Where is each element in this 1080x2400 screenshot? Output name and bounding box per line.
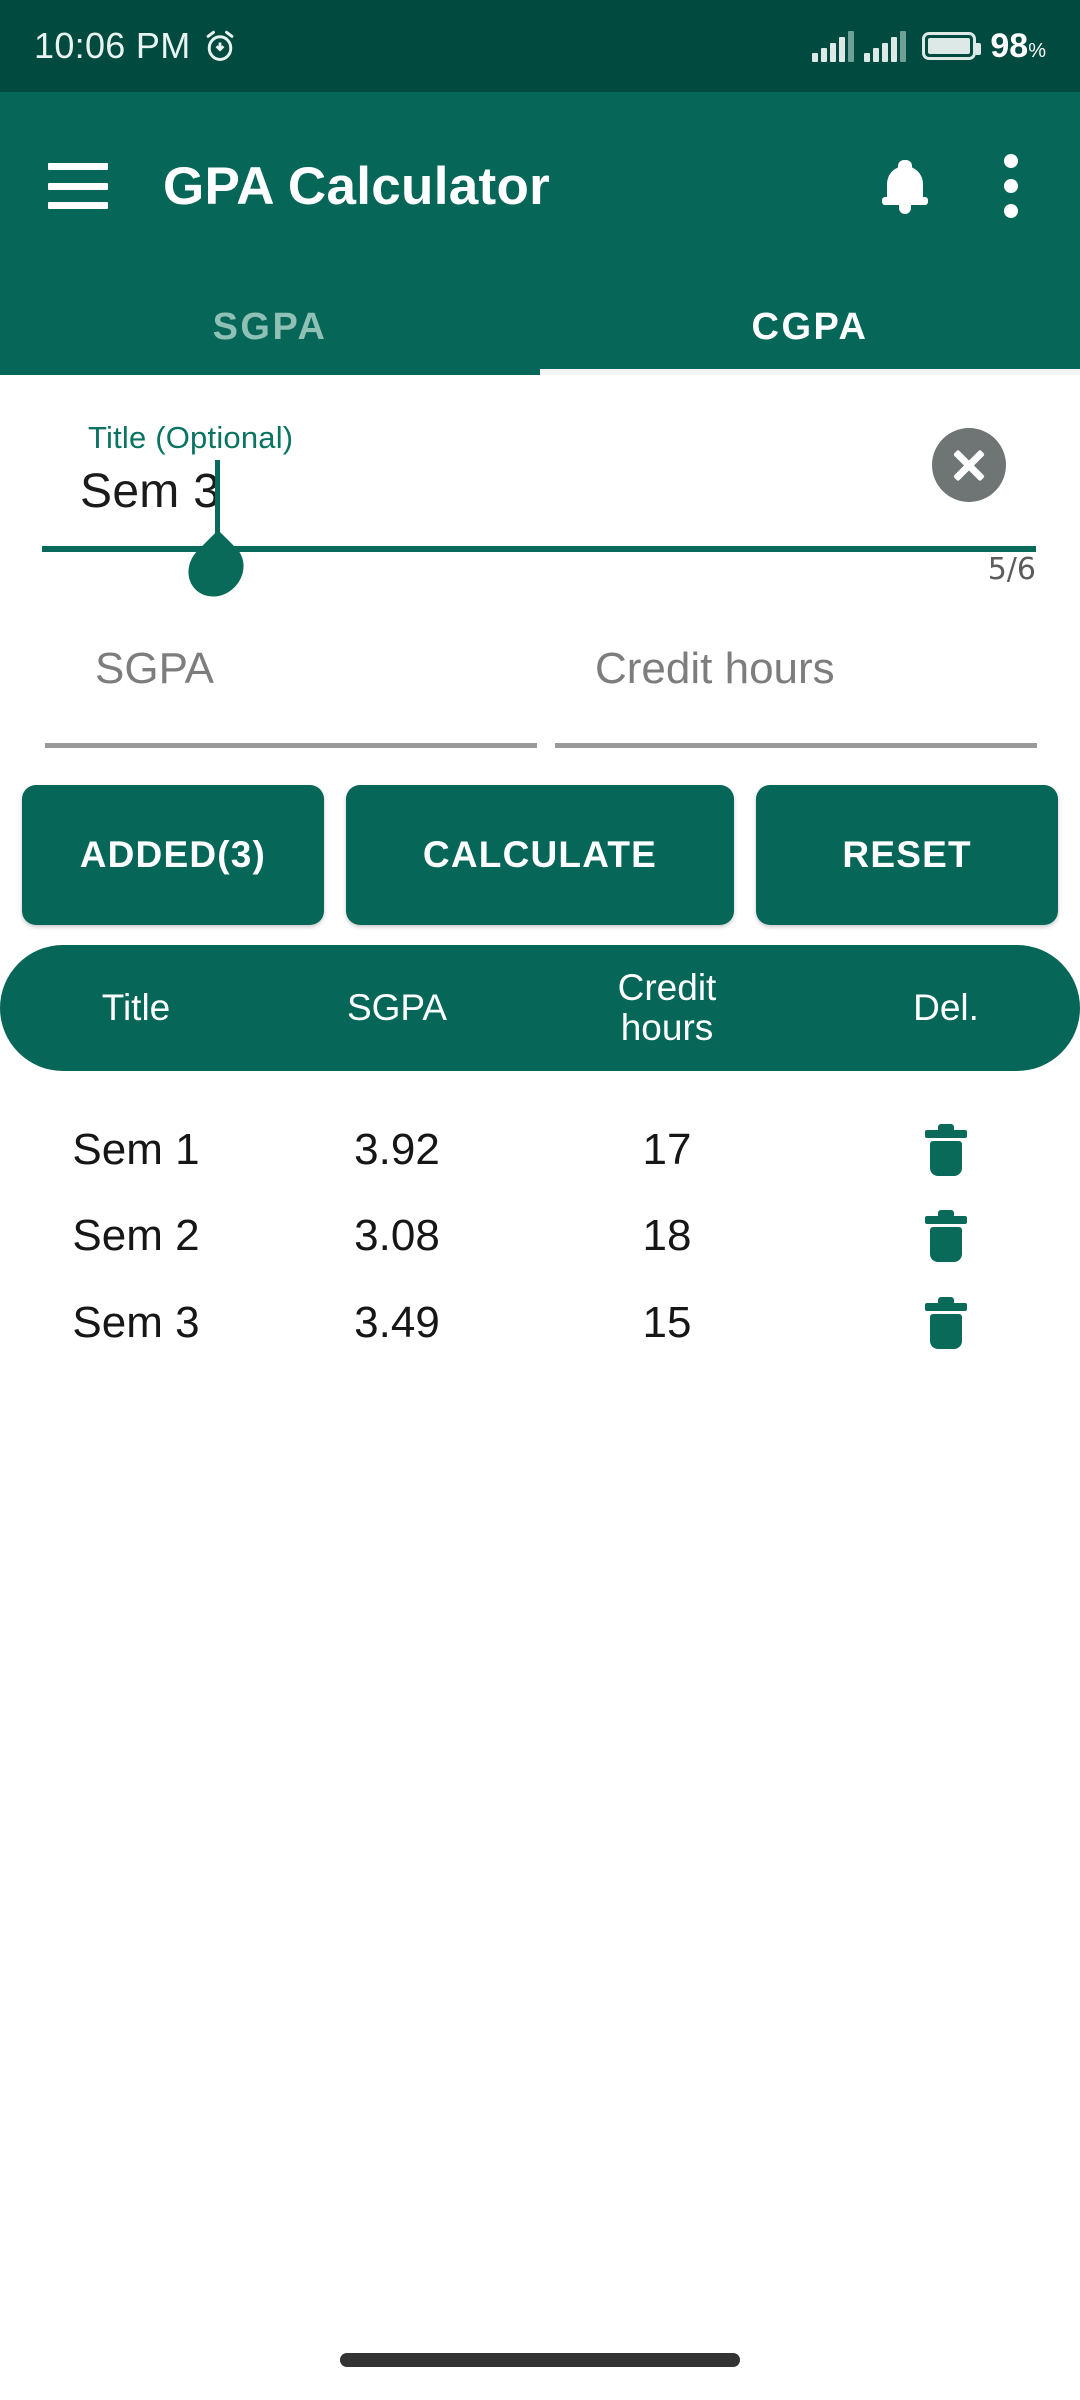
percent-symbol: % xyxy=(1028,39,1046,62)
page-title: GPA Calculator xyxy=(163,156,551,216)
table-row[interactable]: Sem 2 3.08 18 xyxy=(0,1192,1080,1279)
row-title: Sem 3 xyxy=(72,1297,200,1347)
row-sgpa: 3.08 xyxy=(354,1210,440,1260)
status-bar-left: 10:06 PM xyxy=(34,25,237,67)
sgpa-input-placeholder: SGPA xyxy=(95,644,215,693)
title-input-value[interactable]: Sem 3 xyxy=(80,464,220,519)
row-sgpa: 3.49 xyxy=(354,1297,440,1347)
tab-cgpa[interactable]: CGPA xyxy=(540,280,1080,375)
row-credit-hours: 18 xyxy=(642,1210,692,1260)
row-title: Sem 2 xyxy=(72,1210,200,1260)
trash-icon[interactable] xyxy=(925,1296,967,1349)
signal-bars-icon-sim1 xyxy=(812,30,855,62)
notification-bell-icon[interactable] xyxy=(882,160,928,214)
tab-bar: SGPA CGPA xyxy=(0,280,1080,375)
reset-button[interactable]: RESET xyxy=(756,785,1058,925)
table-header-credit-hours: Credit hours xyxy=(522,968,812,1048)
row-delete-cell[interactable] xyxy=(812,1123,1080,1176)
row-delete-cell[interactable] xyxy=(812,1296,1080,1349)
tab-sgpa[interactable]: SGPA xyxy=(0,280,540,375)
character-counter: 5/6 xyxy=(987,552,1036,587)
table-header-credit-line1: Credit xyxy=(617,967,717,1009)
gesture-nav-pill[interactable] xyxy=(340,2353,740,2367)
close-circle-icon[interactable] xyxy=(932,428,1006,502)
credit-hours-input-underline xyxy=(555,743,1037,748)
table-header-title: Title xyxy=(101,987,171,1029)
row-title: Sem 1 xyxy=(72,1124,200,1174)
sgpa-input[interactable]: SGPA xyxy=(45,636,537,766)
table-row[interactable]: Sem 1 3.92 17 xyxy=(0,1106,1080,1193)
trash-icon[interactable] xyxy=(925,1123,967,1176)
signal-bars-icon-sim2 xyxy=(864,30,907,62)
battery-icon xyxy=(922,32,982,60)
action-button-row: ADDED(3) CALCULATE RESET xyxy=(0,785,1080,925)
credit-hours-input[interactable]: Credit hours xyxy=(555,636,1037,766)
credit-hours-input-placeholder: Credit hours xyxy=(595,644,835,693)
table-header-credit-line2: hours xyxy=(620,1007,714,1048)
row-credit-hours: 15 xyxy=(642,1297,692,1347)
more-vertical-icon[interactable] xyxy=(1004,154,1018,218)
calculate-button[interactable]: CALCULATE xyxy=(345,785,735,925)
alarm-clock-icon xyxy=(203,29,237,63)
table-header-sgpa: SGPA xyxy=(346,987,448,1029)
row-delete-cell[interactable] xyxy=(812,1209,1080,1262)
battery-percent-value: 98 xyxy=(990,26,1029,65)
row-credit-hours: 17 xyxy=(642,1124,692,1174)
text-caret xyxy=(215,460,220,536)
status-bar-right: 98% xyxy=(812,27,1046,66)
table-row[interactable]: Sem 3 3.49 15 xyxy=(0,1279,1080,1366)
app-bar: GPA Calculator xyxy=(0,92,1080,280)
status-time: 10:06 PM xyxy=(34,25,191,66)
status-bar: 10:06 PM 98% xyxy=(0,0,1080,92)
entry-inputs-row: SGPA Credit hours xyxy=(0,636,1080,766)
table-header: Title SGPA Credit hours Del. xyxy=(0,945,1080,1071)
sgpa-input-underline xyxy=(45,743,537,748)
battery-percent: 98% xyxy=(990,27,1046,66)
app-bar-actions xyxy=(882,154,1080,218)
row-sgpa: 3.92 xyxy=(354,1124,440,1174)
title-input-label: Title (Optional) xyxy=(88,420,294,455)
trash-icon[interactable] xyxy=(925,1209,967,1262)
added-button[interactable]: ADDED(3) xyxy=(22,785,324,925)
hamburger-menu-icon[interactable] xyxy=(48,163,108,209)
table-header-delete: Del. xyxy=(913,987,979,1029)
